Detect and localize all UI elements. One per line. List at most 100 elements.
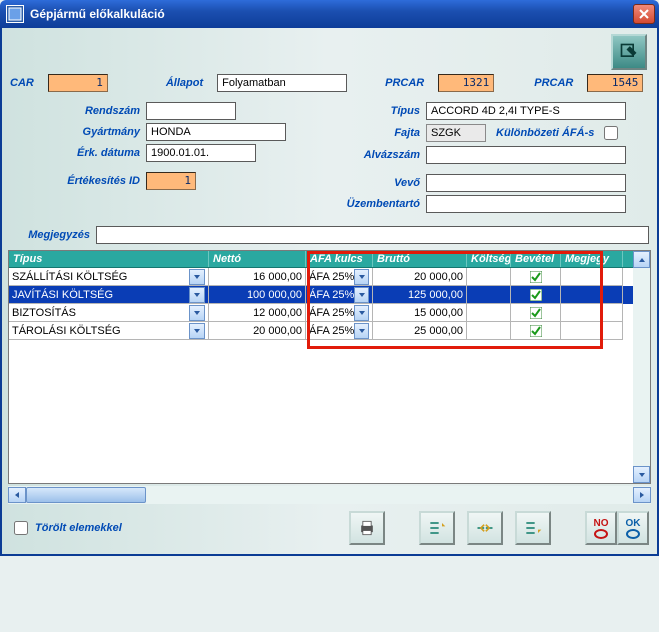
cell-afa[interactable]: ÁFA 25% (306, 304, 373, 322)
cell-bevetel[interactable] (511, 322, 561, 340)
top-toolbar (2, 28, 657, 74)
cell-koltseg[interactable] (467, 286, 511, 304)
torolt-elemekkel-checkbox[interactable] (14, 521, 28, 535)
alvazszam-field[interactable] (426, 146, 626, 164)
th-tipus[interactable]: Típus (9, 251, 209, 267)
kulonbozeti-checkbox[interactable] (604, 126, 618, 140)
window-title: Gépjármű előkalkuláció (30, 7, 633, 21)
tipus-label: Típus (330, 105, 420, 117)
ertid-label: Értékesítés ID (10, 175, 140, 187)
rendszam-field[interactable] (146, 102, 236, 120)
erkdatuma-field[interactable] (146, 144, 256, 162)
scroll-right-button[interactable] (633, 487, 651, 503)
cell-brutto[interactable]: 25 000,00 (373, 322, 467, 340)
car-label: CAR (10, 77, 34, 89)
cell-bevetel[interactable] (511, 304, 561, 322)
scroll-up-button[interactable] (633, 251, 650, 268)
dropdown-icon[interactable] (189, 287, 205, 303)
rendszam-label: Rendszám (10, 105, 140, 117)
cell-koltseg[interactable] (467, 268, 511, 286)
table-row[interactable]: JAVÍTÁSI KÖLTSÉG100 000,00ÁFA 25%125 000… (9, 286, 650, 304)
cell-afa[interactable]: ÁFA 25% (306, 322, 373, 340)
ertid-value: 1 (146, 172, 196, 190)
kulonbozeti-label: Különbözeti ÁFÁ-s (496, 127, 594, 139)
cell-afa[interactable]: ÁFA 25% (306, 268, 373, 286)
cell-tipus[interactable]: SZÁLLÍTÁSI KÖLTSÉG (9, 268, 209, 286)
fajta-field[interactable] (426, 124, 486, 142)
prcar2-value: 1545 (587, 74, 643, 92)
cell-brutto[interactable]: 125 000,00 (373, 286, 467, 304)
cell-tipus[interactable]: JAVÍTÁSI KÖLTSÉG (9, 286, 209, 304)
vertical-scrollbar[interactable] (633, 251, 650, 483)
cell-koltseg[interactable] (467, 304, 511, 322)
uzembentarto-label: Üzembentartó (330, 198, 420, 210)
prcar1-value: 1321 (438, 74, 494, 92)
th-bevetel[interactable]: Bevétel (511, 251, 561, 267)
erkdatuma-label: Érk. dátuma (10, 147, 140, 159)
edit-button[interactable] (611, 34, 647, 70)
uzembentarto-field[interactable] (426, 195, 626, 213)
th-brutto[interactable]: Bruttó (373, 251, 467, 267)
cell-netto[interactable]: 20 000,00 (209, 322, 306, 340)
gyartmany-label: Gyártmány (10, 126, 140, 138)
torolt-elemekkel-label[interactable]: Törölt elemekkel (10, 518, 122, 538)
cell-afa[interactable]: ÁFA 25% (306, 286, 373, 304)
cell-brutto[interactable]: 20 000,00 (373, 268, 467, 286)
tipus-field[interactable] (426, 102, 626, 120)
cell-tipus[interactable]: TÁROLÁSI KÖLTSÉG (9, 322, 209, 340)
table-row[interactable]: BIZTOSÍTÁS12 000,00ÁFA 25%15 000,00 (9, 304, 650, 322)
table-row[interactable]: SZÁLLÍTÁSI KÖLTSÉG16 000,00ÁFA 25%20 000… (9, 268, 650, 286)
sort-button-2[interactable] (467, 511, 503, 545)
th-afakulcs[interactable]: ÁFA kulcs (306, 251, 373, 267)
fajta-label: Fajta (330, 127, 420, 139)
scroll-left-button[interactable] (8, 487, 26, 503)
dropdown-icon[interactable] (354, 287, 369, 303)
dropdown-icon[interactable] (354, 323, 369, 339)
th-megjegy[interactable]: Megjegy (561, 251, 623, 267)
th-koltseg[interactable]: Költség (467, 251, 511, 267)
app-icon (6, 5, 24, 23)
scroll-thumb[interactable] (26, 487, 146, 503)
cell-netto[interactable]: 100 000,00 (209, 286, 306, 304)
cell-netto[interactable]: 12 000,00 (209, 304, 306, 322)
cell-bevetel[interactable] (511, 268, 561, 286)
dropdown-icon[interactable] (354, 269, 369, 285)
cell-netto[interactable]: 16 000,00 (209, 268, 306, 286)
prcar2-label: PRCAR (534, 77, 573, 89)
cell-megjegy[interactable] (561, 304, 623, 322)
megjegyzes-label: Megjegyzés (10, 229, 90, 241)
cell-brutto[interactable]: 15 000,00 (373, 304, 467, 322)
no-button-label: NO (594, 518, 609, 529)
dropdown-icon[interactable] (354, 305, 369, 321)
table-row[interactable]: TÁROLÁSI KÖLTSÉG20 000,00ÁFA 25%25 000,0… (9, 322, 650, 340)
th-netto[interactable]: Nettó (209, 251, 306, 267)
dropdown-icon[interactable] (189, 305, 205, 321)
car-value: 1 (48, 74, 108, 92)
print-button[interactable] (349, 511, 385, 545)
dropdown-icon[interactable] (189, 269, 205, 285)
close-button[interactable] (633, 4, 655, 24)
sort-button-1[interactable] (419, 511, 455, 545)
horizontal-scrollbar[interactable] (8, 486, 651, 504)
prcar1-label: PRCAR (385, 77, 424, 89)
cell-megjegy[interactable] (561, 322, 623, 340)
allapot-label: Állapot (166, 77, 203, 89)
vevo-field[interactable] (426, 174, 626, 192)
dropdown-icon[interactable] (189, 323, 205, 339)
cell-koltseg[interactable] (467, 322, 511, 340)
megjegyzes-field[interactable] (96, 226, 649, 244)
table-header: Típus Nettó ÁFA kulcs Bruttó Költség Bev… (9, 251, 650, 268)
allapot-field[interactable] (217, 74, 347, 92)
cell-megjegy[interactable] (561, 268, 623, 286)
ok-button[interactable]: OK (617, 511, 649, 545)
alvazszam-label: Alvázszám (330, 149, 420, 161)
gyartmany-field[interactable] (146, 123, 286, 141)
cell-bevetel[interactable] (511, 286, 561, 304)
cell-tipus[interactable]: BIZTOSÍTÁS (9, 304, 209, 322)
vevo-label: Vevő (330, 177, 420, 189)
cell-megjegy[interactable] (561, 286, 623, 304)
scroll-down-button[interactable] (633, 466, 650, 483)
no-button[interactable]: NO (585, 511, 617, 545)
cost-table: Típus Nettó ÁFA kulcs Bruttó Költség Bev… (8, 250, 651, 484)
sort-button-3[interactable] (515, 511, 551, 545)
